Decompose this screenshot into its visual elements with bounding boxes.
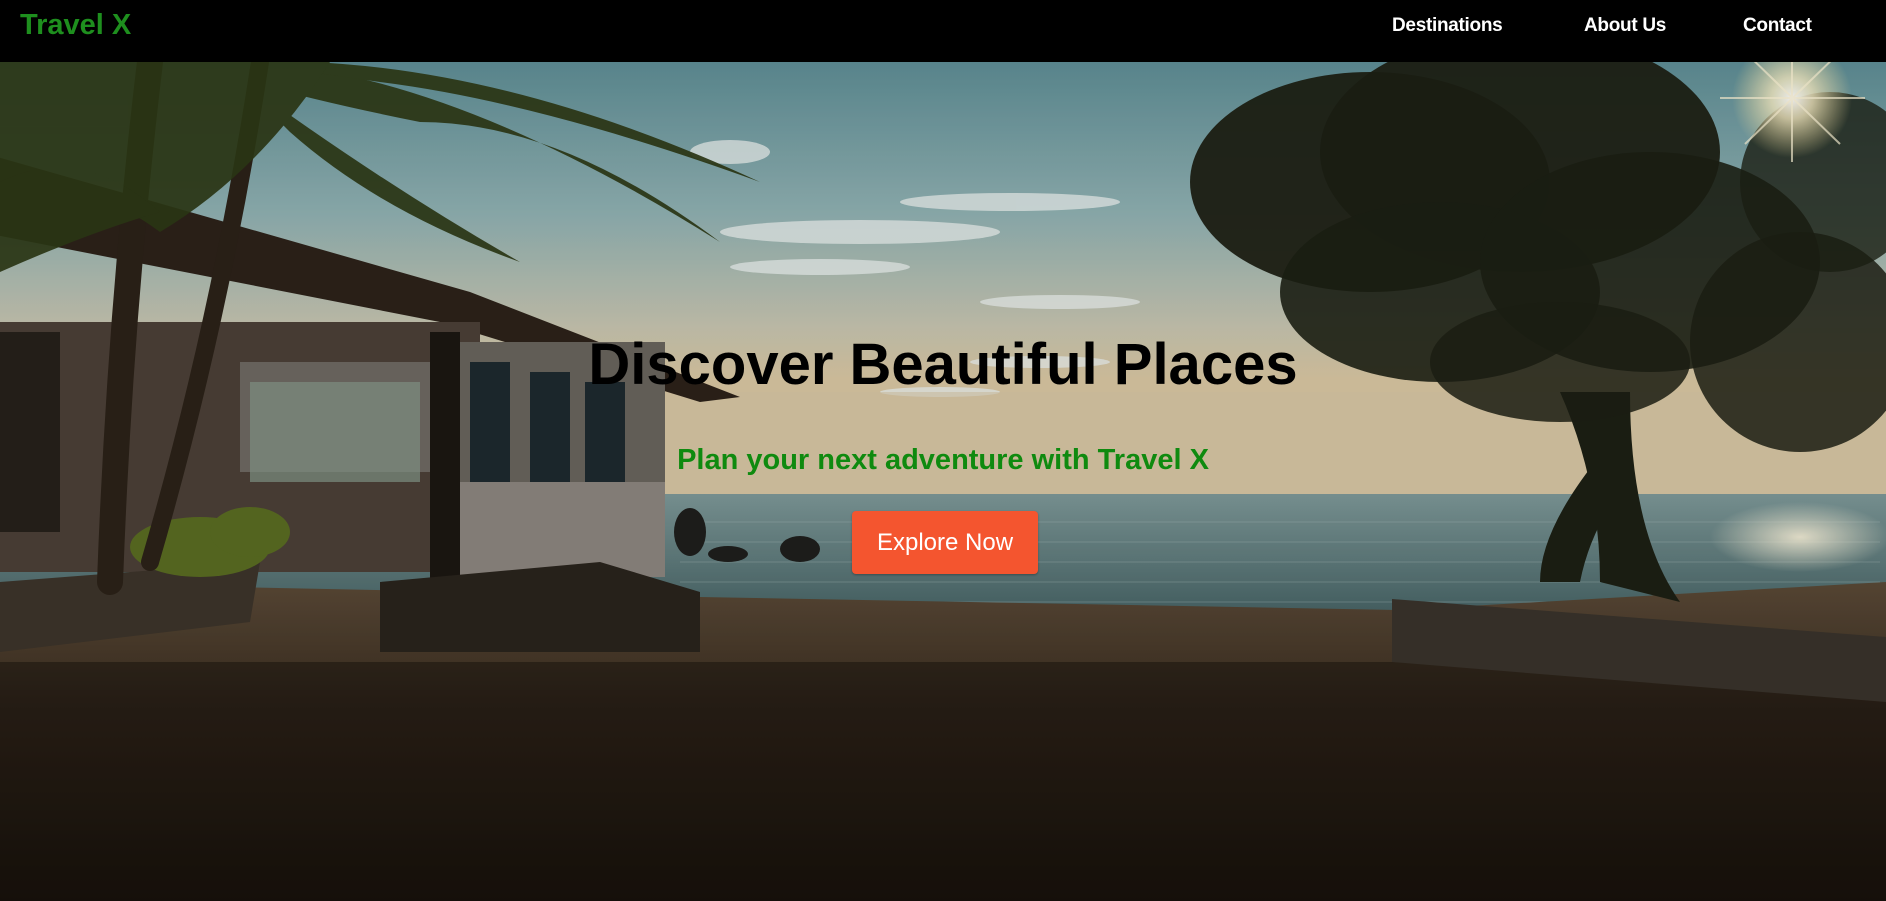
brand-logo[interactable]: Travel X [20, 9, 131, 42]
explore-now-button[interactable]: Explore Now [852, 511, 1038, 574]
hero-section [0, 62, 1886, 901]
hero-title: Discover Beautiful Places [588, 332, 1298, 397]
nav-link-destinations[interactable]: Destinations [1392, 15, 1503, 37]
top-navbar: Travel X Destinations About Us Contact [0, 0, 1886, 62]
nav-link-contact[interactable]: Contact [1743, 15, 1812, 37]
hero-background-image [0, 62, 1886, 901]
hero-subtitle: Plan your next adventure with Travel X [677, 444, 1209, 476]
nav-link-about-us[interactable]: About Us [1584, 15, 1666, 37]
page: Travel X Destinations About Us Contact D… [0, 0, 1886, 901]
